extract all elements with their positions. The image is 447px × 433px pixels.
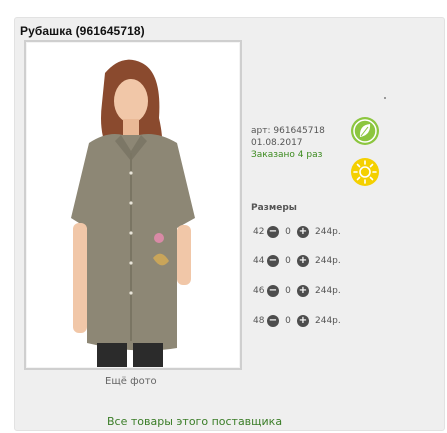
size-label: 48 [253,316,265,326]
quantity-value: 0 [285,316,291,326]
plus-icon[interactable]: + [297,315,309,327]
size-label: 44 [253,256,265,266]
size-price: 244р. [315,316,341,326]
minus-icon[interactable]: − [267,285,279,297]
shirt-model-image [71,59,195,367]
minus-icon[interactable]: − [267,255,279,267]
date-added: 01.08.2017 [251,138,303,148]
product-title: Рубашка (961645718) [20,24,145,38]
quantity-value: 0 [285,286,291,296]
supplier-products-link[interactable]: Все товары этого поставщика [107,415,282,428]
sun-icon [350,157,380,187]
more-photo-link[interactable]: Ещё фото [105,376,157,387]
quantity-value: 0 [285,256,291,266]
plus-icon[interactable]: + [297,226,309,238]
size-price: 244р. [315,286,341,296]
article-number: арт: 961645718 [251,126,325,136]
size-row: 48 − 0 + 244р. [253,314,341,328]
leaf-icon [350,116,380,146]
size-row: 46 − 0 + 244р. [253,284,341,298]
minus-icon[interactable]: − [267,226,279,238]
plus-icon[interactable]: + [297,285,309,297]
minus-icon[interactable]: − [267,315,279,327]
size-row: 42 − 0 + 244р. [253,225,341,239]
size-price: 244р. [315,227,341,237]
quantity-value: 0 [285,227,291,237]
decorative-dot [384,97,386,99]
plus-icon[interactable]: + [297,255,309,267]
product-photo[interactable] [27,43,239,367]
size-row: 44 − 0 + 244р. [253,254,341,268]
product-info: арт: 961645718 01.08.2017 Заказано 4 раз [251,125,325,161]
size-price: 244р. [315,256,341,266]
size-label: 42 [253,227,265,237]
order-count: Заказано 4 раз [251,150,323,160]
size-label: 46 [253,286,265,296]
sizes-heading: Размеры [251,203,297,213]
